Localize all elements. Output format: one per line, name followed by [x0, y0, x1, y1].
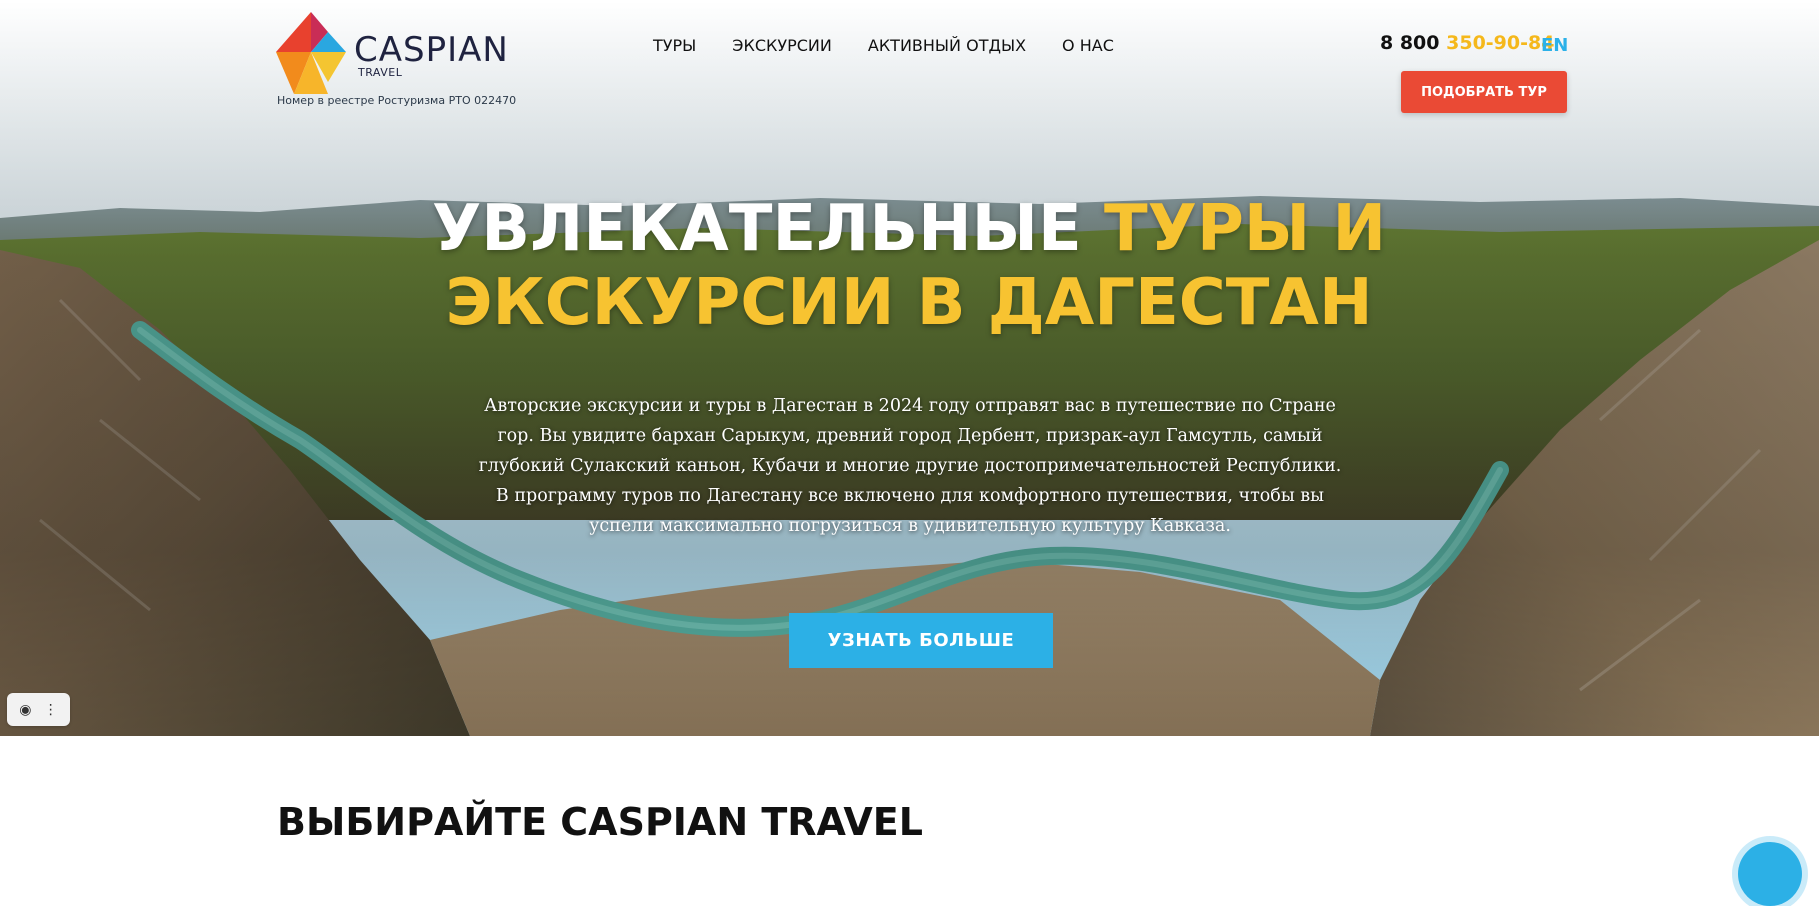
nav-item-about[interactable]: О НАС: [1062, 36, 1114, 55]
learn-more-button[interactable]: УЗНАТЬ БОЛЬШЕ: [789, 613, 1053, 668]
chat-icon[interactable]: [1738, 842, 1802, 906]
logo-name: CASPIAN: [354, 30, 509, 70]
hero-headline: УВЛЕКАТЕЛЬНЫЕ ТУРЫ И ЭКСКУРСИИ В ДАГЕСТА…: [409, 192, 1409, 340]
screenshot-icon[interactable]: ◉: [19, 702, 31, 718]
caspian-logo-icon: [276, 12, 346, 94]
logo-subtitle: TRAVEL: [358, 66, 403, 79]
floating-widget: ◉ ⋮: [7, 693, 70, 726]
nav-item-excursions[interactable]: ЭКСКУРСИИ: [732, 36, 832, 55]
registry-number: Номер в реестре Ростуризма РТО 022470: [277, 94, 517, 107]
section-title: ВЫБИРАЙТЕ CASPIAN TRAVEL: [277, 800, 923, 844]
phone-digits: 350-90-84: [1446, 32, 1555, 54]
hero-intro-text: Авторские экскурсии и туры в Дагестан в …: [478, 396, 1342, 536]
language-switch[interactable]: EN: [1541, 35, 1568, 56]
hero-section: CASPIAN TRAVEL Номер в реестре Ростуризм…: [0, 0, 1819, 736]
main-nav: ТУРЫ ЭКСКУРСИИ АКТИВНЫЙ ОТДЫХ О НАС: [653, 36, 1114, 55]
nav-item-tours[interactable]: ТУРЫ: [653, 36, 696, 55]
phone-number[interactable]: 8 800 350-90-84: [1380, 32, 1554, 54]
pick-tour-button[interactable]: ПОДОБРАТЬ ТУР: [1401, 71, 1567, 113]
nav-item-active-rest[interactable]: АКТИВНЫЙ ОТДЫХ: [868, 36, 1026, 55]
phone-prefix: 8 800: [1380, 32, 1440, 54]
headline-white-part: УВЛЕКАТЕЛЬНЫЕ: [431, 192, 1082, 266]
more-vertical-icon[interactable]: ⋮: [44, 702, 58, 718]
